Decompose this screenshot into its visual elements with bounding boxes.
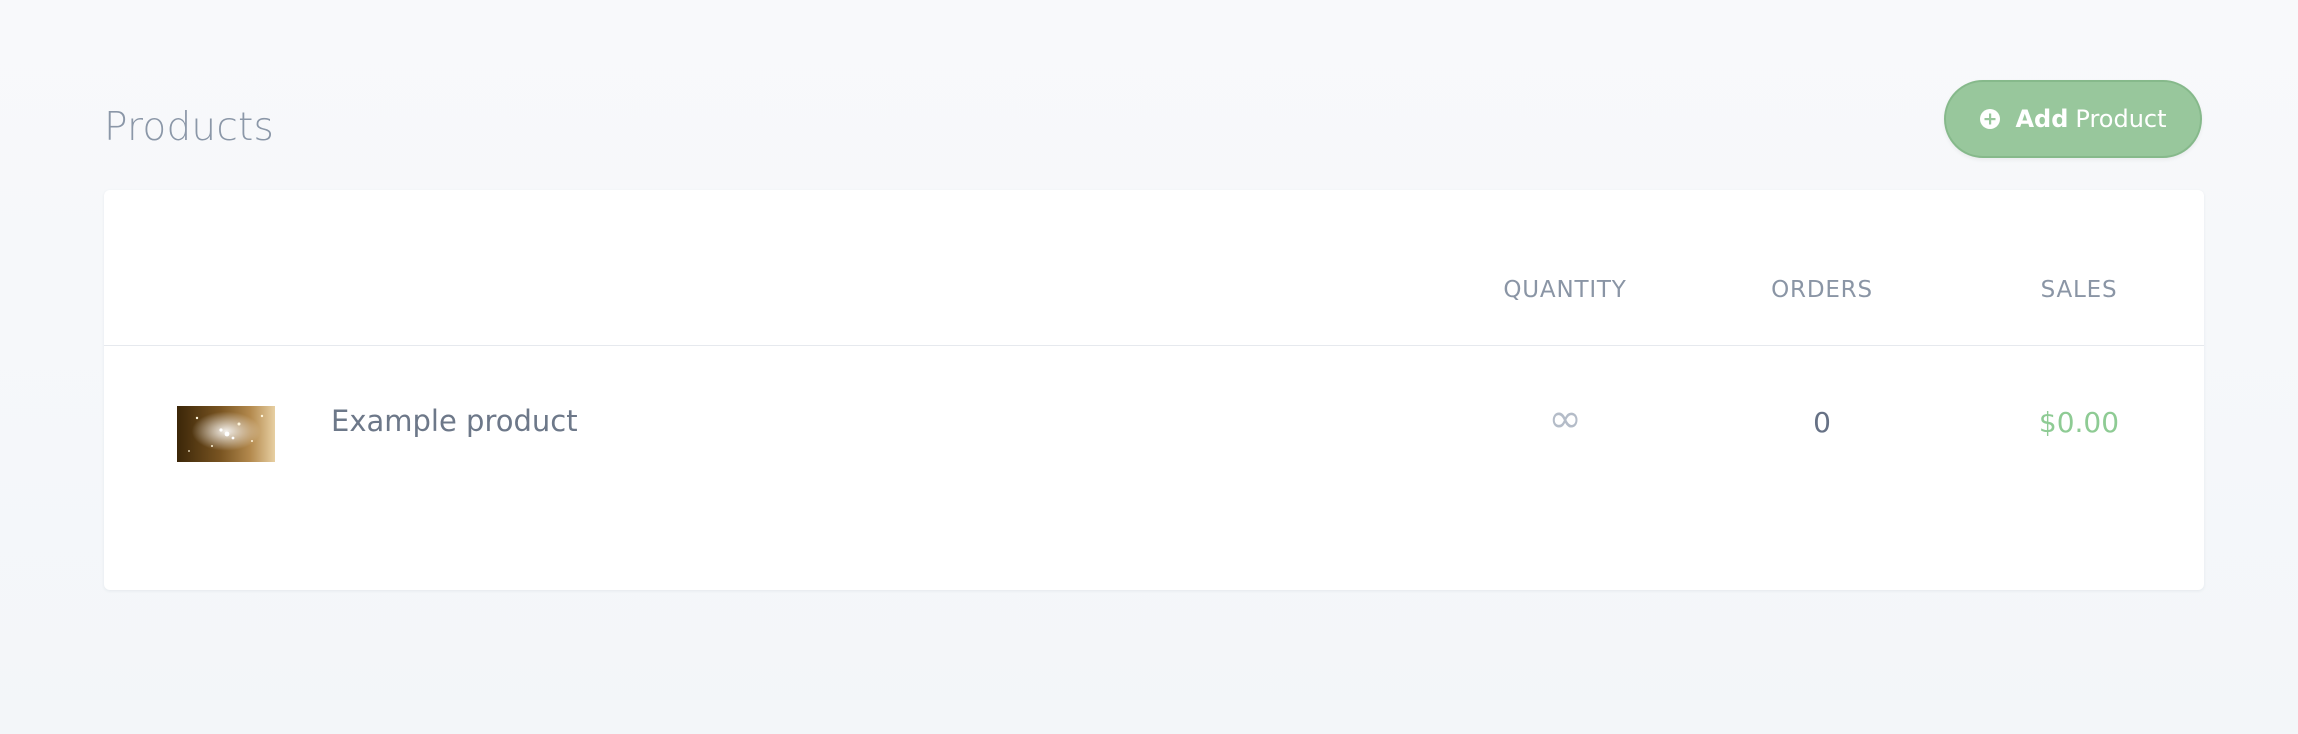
product-thumbnail[interactable] [177,406,275,462]
add-label-strong: Add [2015,105,2069,133]
add-product-button[interactable]: Add Product [1944,80,2202,158]
products-table-card: QUANTITY ORDERS SALES Example product ∞ … [104,190,2204,590]
product-sales: $0.00 [2038,406,2120,439]
column-header-sales[interactable]: SALES [1919,277,2239,303]
product-orders: 0 [1813,406,1831,439]
plus-circle-icon [1979,108,2001,130]
product-name[interactable]: Example product [331,404,578,438]
add-label-light: Product [2075,105,2167,133]
page-title: Products [104,105,274,150]
table-header: QUANTITY ORDERS SALES [104,190,2204,346]
table-row[interactable]: Example product ∞ 0 $0.00 [104,346,2204,590]
product-quantity: ∞ [1548,396,1582,442]
